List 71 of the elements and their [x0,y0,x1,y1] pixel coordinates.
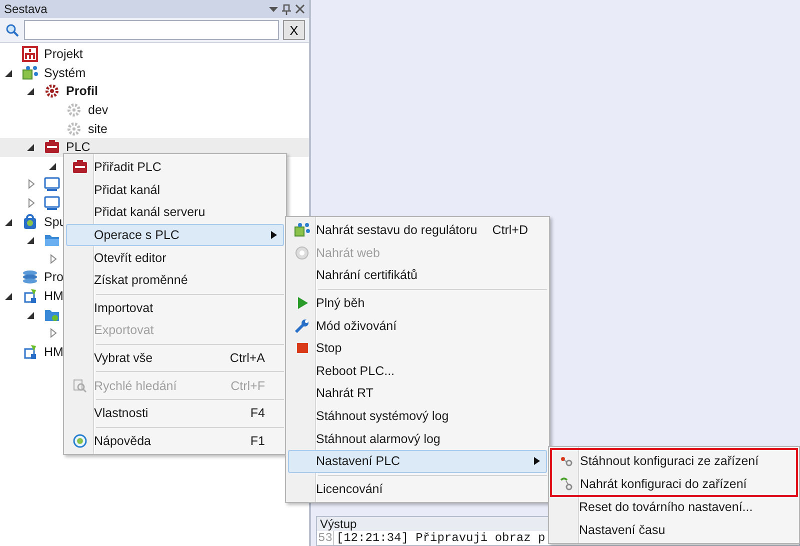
tree-item[interactable]: HM [44,344,64,359]
menu-item[interactable]: Licencování [288,478,547,500]
menu-item[interactable]: Nastavení PLC [288,450,547,473]
system-icon [294,222,310,238]
menu-item[interactable]: Přiřadit PLC [66,156,284,179]
profile-icon [44,83,60,100]
tree-item[interactable]: HM [44,289,64,304]
menu-item[interactable]: Stáhnout alarmový log [288,427,547,450]
output-line: [12:21:34] Připravuji obraz p [335,531,546,545]
expanded-arrow-icon[interactable] [4,216,14,227]
menu-item[interactable]: Nahrání certifikátů [288,264,547,287]
collapsed-arrow-icon[interactable] [26,179,36,190]
menu-item[interactable]: Otevřít editor [66,246,284,269]
menu-item[interactable]: Nahrát RT [288,382,547,405]
plc-icon [72,159,88,176]
menu-item[interactable]: Reboot PLC... [288,360,547,382]
search-icon [72,378,88,394]
config-icon [66,120,82,137]
expanded-arrow-icon[interactable] [4,291,14,302]
search-field[interactable] [24,20,279,40]
expanded-arrow-icon[interactable] [26,235,36,246]
expanded-arrow-icon[interactable] [4,68,14,78]
hmi-icon [22,288,38,304]
menu-item[interactable]: Nápověda F1 [66,430,284,452]
menu-item[interactable]: Stáhnout konfiguraci ze zařízení [552,450,796,473]
menu-item[interactable]: Vybrat vše Ctrl+A [66,346,284,370]
monitor-icon [44,195,60,212]
tree-item[interactable]: Projekt [44,47,83,62]
menu-item[interactable]: Importovat [66,296,284,320]
menu-item[interactable]: Reset do továrního nastavení... [551,496,797,519]
system-icon [22,64,38,81]
menu-item[interactable]: Přidat kanál [66,178,284,202]
project-icon [22,46,38,62]
tree-item[interactable]: PLC [66,140,90,154]
protocol-icon [22,269,38,286]
menu-item[interactable]: Stop [288,336,547,360]
monitor-icon [44,176,60,192]
panel-title: Sestava [4,2,48,16]
menu-item[interactable]: Přidat kanál serveru [66,201,284,224]
plc-icon [44,139,60,156]
expanded-arrow-icon[interactable] [26,86,36,96]
menu-item[interactable]: Operace s PLC [66,224,284,246]
hmi-icon [22,344,38,360]
collapsed-arrow-icon[interactable] [26,198,36,208]
menu-item[interactable]: Nahrát sestavu do regulátoru Ctrl+D [288,219,547,242]
menu-item[interactable]: Vlastnosti F4 [66,402,284,425]
dropdown-icon[interactable] [269,4,278,14]
collapsed-arrow-icon[interactable] [48,328,58,338]
tree-item[interactable]: site [88,122,108,136]
expanded-arrow-icon[interactable] [26,142,36,152]
menu-item[interactable]: Mód oživování [288,314,547,337]
search-icon[interactable] [4,22,20,38]
expanded-arrow-icon[interactable] [26,310,36,320]
menu-item[interactable]: Získat proměnné [66,268,284,292]
upload-icon [558,476,574,492]
menu-item[interactable]: Stáhnout systémový log [288,404,547,428]
config-icon [66,102,82,118]
pin-icon[interactable] [282,4,291,14]
collapsed-arrow-icon[interactable] [48,254,58,264]
close-icon[interactable] [295,4,305,14]
wrench-icon [294,318,310,334]
tree-item[interactable]: Pro [44,270,64,284]
expanded-arrow-icon[interactable] [48,160,58,171]
menu-item[interactable]: Plný běh [288,292,547,314]
clear-button[interactable]: X [283,20,305,40]
tree-item[interactable]: Systém [44,66,86,80]
tree-item[interactable]: dev [88,103,108,118]
folder-icon [44,232,60,248]
line-number: 53 [317,531,334,545]
tree-item[interactable]: Profil [66,84,98,98]
menu-item[interactable]: Nahrát konfiguraci do zařízení [552,472,796,496]
